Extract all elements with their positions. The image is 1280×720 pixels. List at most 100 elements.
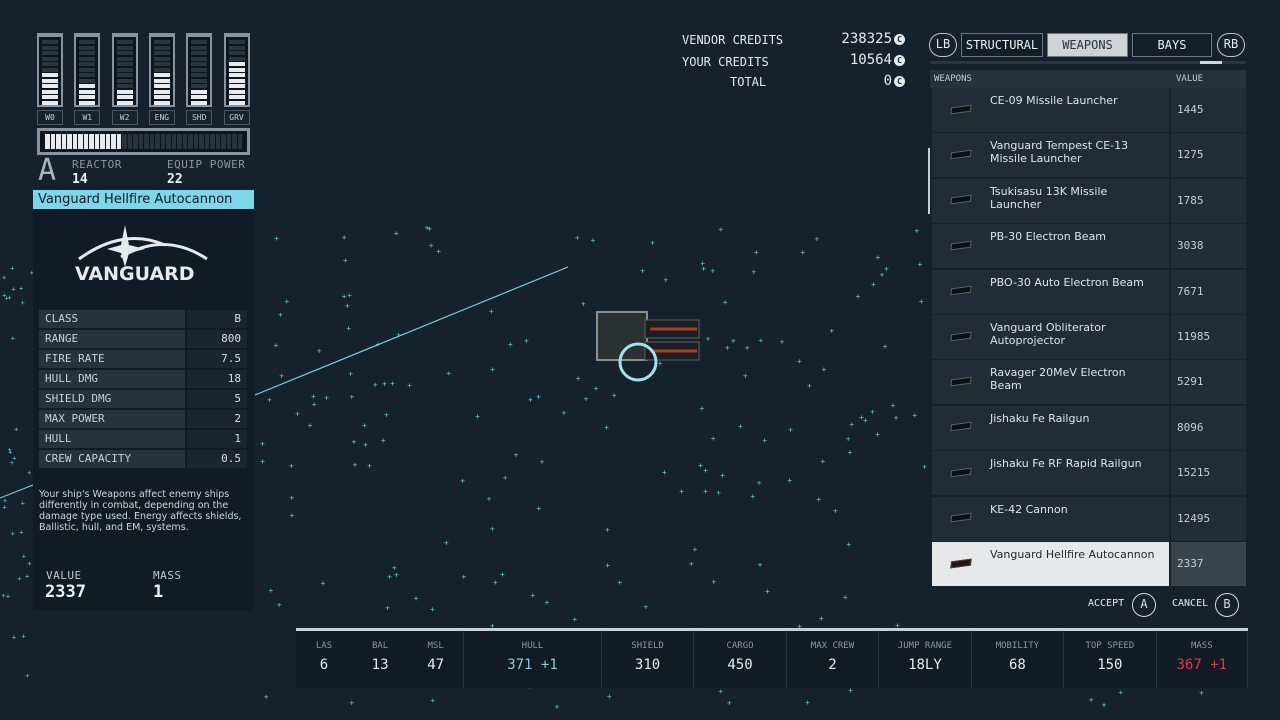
weapon-list-item[interactable]: Jishaku Fe RF Rapid Railgun 15215	[932, 451, 1246, 496]
grid-marker: +	[278, 311, 283, 320]
grid-marker: +	[723, 298, 728, 307]
ship-stat-label: LAS	[315, 641, 333, 651]
grid-marker: +	[883, 342, 888, 351]
stat-row: RANGE 800	[39, 330, 247, 348]
weapon-thumbnail-icon	[932, 503, 990, 533]
weapon-thumbnail-icon	[932, 185, 990, 215]
grid-marker: +	[738, 422, 743, 431]
weapon-thumbnail-icon	[932, 94, 990, 124]
rb-button[interactable]: RB	[1217, 33, 1245, 57]
ship-stat-value: 6	[319, 657, 329, 673]
grid-guide-line	[0, 484, 34, 499]
stat-label: CLASS	[39, 310, 185, 328]
grid-marker: +	[19, 528, 23, 536]
weapon-list-item[interactable]: CE-09 Missile Launcher 1445	[932, 88, 1246, 132]
grid-marker: +	[870, 407, 875, 416]
power-bar-eng[interactable]: ENG	[148, 33, 175, 125]
stat-label: FIRE RATE	[39, 350, 185, 368]
grid-marker: +	[267, 396, 272, 405]
power-bar-grv[interactable]: GRV	[223, 33, 250, 125]
grid-marker: +	[290, 511, 295, 520]
ship-stat-label: MASS	[1190, 641, 1213, 651]
list-scrollbar[interactable]	[928, 148, 930, 214]
lb-button[interactable]: LB	[929, 33, 957, 57]
grid-marker: +	[321, 579, 326, 588]
weapon-list-item[interactable]: Vanguard Obliterator Autoprojector 11985	[932, 315, 1246, 359]
ship-stat-label: TOP SPEED	[1085, 641, 1135, 651]
weapon-name: CE-09 Missile Launcher	[990, 94, 1118, 107]
grid-marker: +	[7, 446, 11, 454]
stat-value: 7.5	[187, 350, 247, 368]
power-level	[74, 33, 101, 107]
weapon-list-item[interactable]: Ravager 20MeV Electron Beam 5291	[932, 360, 1246, 405]
grid-marker: +	[352, 438, 357, 447]
grid-marker: +	[662, 468, 667, 477]
tab-structural[interactable]: STRUCTURAL	[961, 33, 1043, 57]
ship-stat-max-crew: MAX CREW 2	[787, 631, 880, 688]
reactor-value: 14	[72, 172, 88, 187]
stat-value: 800	[187, 330, 247, 348]
weapon-list-item[interactable]: PB-30 Electron Beam 3038	[932, 224, 1246, 269]
grid-marker: +	[381, 436, 386, 445]
power-bar-w0[interactable]: W0	[37, 33, 63, 125]
grid-marker: +	[382, 379, 387, 388]
tab-weapons[interactable]: WEAPONS	[1047, 33, 1128, 57]
grid-marker: +	[880, 271, 885, 280]
grid-marker: +	[295, 410, 300, 419]
grid-marker: +	[572, 615, 577, 624]
grid-marker: +	[757, 479, 762, 488]
grid-marker: +	[591, 236, 596, 245]
your-credits-label: YOUR CREDITS	[682, 55, 769, 69]
credits-icon: C	[894, 54, 905, 66]
grid-marker: +	[487, 494, 492, 503]
ship-stat-value: 68	[1008, 657, 1026, 673]
grid-marker: +	[1199, 689, 1204, 698]
weapon-list-item[interactable]: Tsukisasu 13K Missile Launcher 1785	[932, 178, 1246, 223]
grid-marker: +	[308, 421, 313, 430]
grid-marker: +	[829, 326, 834, 335]
stat-row: CLASS B	[39, 310, 247, 328]
cancel-button[interactable]: B	[1215, 593, 1239, 617]
weapon-list-item[interactable]: PBO-30 Auto Electron Beam 7671	[932, 269, 1246, 314]
grid-marker: +	[21, 633, 25, 641]
grid-marker: +	[514, 451, 519, 460]
item-description: Your ship's Weapons affect enemy ships d…	[39, 489, 242, 533]
grid-marker: +	[843, 593, 848, 602]
grid-marker: +	[780, 338, 785, 347]
total-label: TOTAL	[730, 75, 767, 89]
power-bar-w2[interactable]: W2	[111, 33, 138, 125]
grid-marker: +	[490, 524, 495, 533]
weapon-list-item[interactable]: Vanguard Hellfire Autocannon 2337	[932, 542, 1246, 586]
grid-marker: +	[1102, 701, 1107, 710]
ship-stat-label: MAX CREW	[810, 641, 855, 651]
ship-stat-value: 371 +1	[507, 657, 558, 673]
grid-marker: +	[643, 603, 648, 612]
stat-label: HULL DMG	[39, 370, 185, 388]
grid-marker: +	[274, 234, 279, 243]
grid-marker: +	[6, 593, 10, 601]
tab-bays[interactable]: BAYS	[1132, 33, 1212, 57]
power-bar-w1[interactable]: W1	[74, 33, 101, 125]
grid-marker: +	[536, 504, 541, 513]
grid-marker: +	[260, 457, 265, 466]
weapon-name: Jishaku Fe Railgun	[990, 411, 1090, 425]
weapon-list-item[interactable]: KE-42 Cannon 12495	[932, 496, 1246, 541]
power-bar-label: W0	[37, 110, 63, 125]
grid-marker: +	[743, 371, 748, 380]
ship-stat-label: MOBILITY	[995, 641, 1040, 651]
accept-button[interactable]: A	[1132, 593, 1156, 617]
power-bar-shd[interactable]: SHD	[186, 33, 213, 125]
grid-marker: +	[581, 299, 586, 308]
grid-marker: +	[544, 598, 549, 607]
grid-marker: +	[349, 392, 354, 401]
credits-icon: C	[894, 75, 905, 87]
weapon-list-item[interactable]: Vanguard Tempest CE-13 Missile Launcher 1…	[932, 133, 1246, 178]
equip-power-label: EQUIP POWER	[167, 158, 246, 171]
credits-icon: C	[894, 33, 905, 45]
weapon-thumbnail-icon	[932, 412, 990, 442]
ship-stat-bal: BAL 13	[352, 631, 408, 688]
ship-stat-top-speed: TOP SPEED 150	[1064, 631, 1157, 688]
grid-marker: +	[762, 436, 767, 445]
grid-marker: +	[640, 266, 645, 275]
weapon-list-item[interactable]: Jishaku Fe Railgun 8096	[932, 405, 1246, 450]
